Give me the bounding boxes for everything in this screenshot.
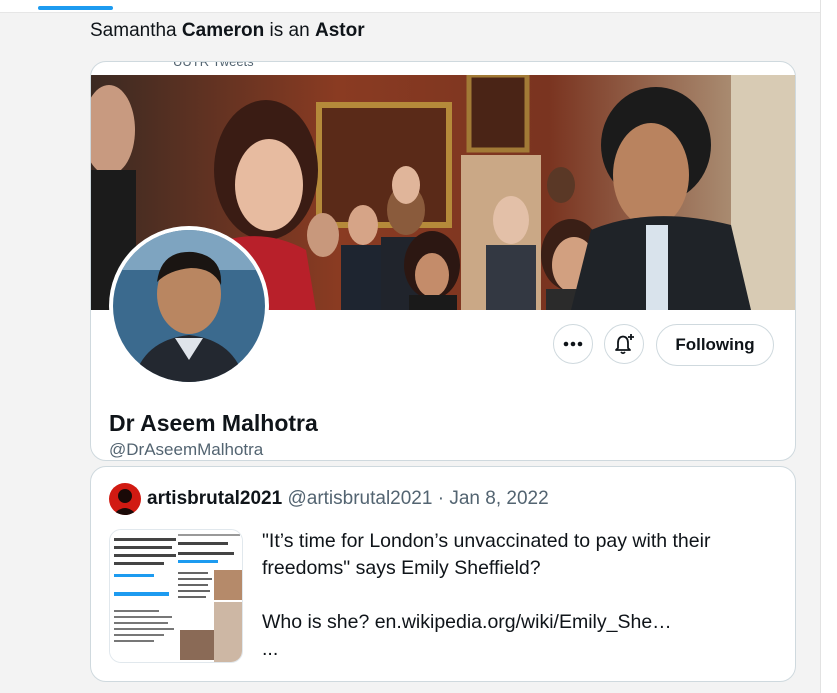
quote-text-line: freedoms" says Emily Sheffield?: [262, 557, 541, 579]
quote-text-line: "It’s time for London’s unvaccinated to …: [262, 530, 711, 552]
profile-name[interactable]: Dr Aseem Malhotra: [109, 410, 318, 437]
top-bar: [0, 0, 820, 13]
banner-caption: UUTR Tweets: [173, 61, 254, 69]
tweet-text-part: Samantha: [90, 20, 182, 41]
quote-author-name[interactable]: artisbrutal2021: [147, 488, 282, 509]
profile-avatar[interactable]: [109, 226, 269, 386]
quote-author-avatar[interactable]: [109, 483, 141, 515]
profile-handle[interactable]: @DrAseemMalhotra: [109, 440, 263, 460]
following-button[interactable]: Following: [656, 324, 774, 366]
quote-body: "It’s time for London’s unvaccinated to …: [262, 528, 782, 663]
tweet-text-bold: Cameron: [181, 20, 265, 41]
quote-header: artisbrutal2021 @artisbrutal2021 · Jan 8…: [147, 488, 549, 510]
more-button[interactable]: [553, 324, 593, 364]
quote-paragraph-gap: [262, 582, 782, 609]
tweet-text: Samantha Cameron is an Astor: [90, 18, 365, 44]
thumbnail-image: [110, 530, 242, 662]
avatar-image: [113, 230, 265, 382]
quote-separator: ·: [432, 488, 450, 509]
author-avatar-image: [109, 483, 141, 515]
notify-button[interactable]: [604, 324, 644, 364]
quote-media-thumbnail[interactable]: [109, 529, 243, 663]
quote-text-line: Who is she? en.wikipedia.org/wiki/Emily_…: [262, 611, 672, 633]
quoted-tweet-card[interactable]: artisbrutal2021 @artisbrutal2021 · Jan 8…: [90, 466, 796, 682]
tweet-text-bold: Astor: [314, 20, 365, 41]
bell-plus-icon: [615, 334, 634, 355]
profile-card[interactable]: UUTR Tweets Following Dr Aseem Malhotra …: [90, 61, 796, 461]
quote-text-ellipsis: ...: [262, 638, 279, 660]
tab-indicator: [38, 6, 113, 10]
more-dots-icon: [563, 341, 583, 347]
tweet-text-part: is an: [264, 20, 315, 41]
scrollbar-track[interactable]: [820, 0, 837, 693]
quote-author-handle[interactable]: @artisbrutal2021: [287, 488, 432, 509]
avatar-photo: [113, 230, 265, 382]
quote-date[interactable]: Jan 8, 2022: [449, 488, 548, 509]
